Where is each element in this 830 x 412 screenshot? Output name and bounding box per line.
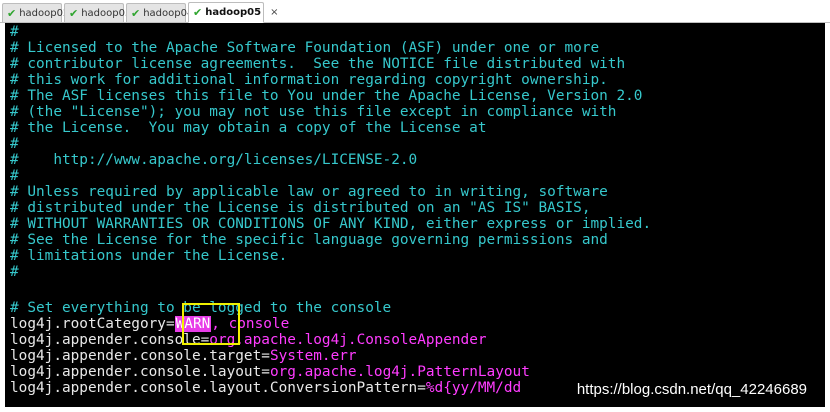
terminal-screen[interactable]: # # Licensed to the Apache Software Foun… [5, 23, 825, 407]
tab-label: hadoop02 [19, 7, 70, 19]
config-key: log4j.appender.console.target [10, 348, 262, 364]
config-key: log4j.appender.console.layout.Conversion… [10, 380, 418, 396]
config-value: org.apache.log4j.PatternLayout [269, 364, 530, 380]
window-bottom-edge [0, 407, 830, 412]
terminal-line: # the License. You may obtain a copy of … [10, 120, 487, 136]
config-value: org.apache.log4j.ConsoleAppender [209, 332, 487, 348]
terminal-line: # [10, 24, 19, 40]
config-line-appender: log4j.appender.console=org.apache.log4j.… [10, 332, 487, 348]
close-tab-icon[interactable]: × [270, 7, 278, 18]
config-line-target: log4j.appender.console.target=System.err [10, 348, 357, 364]
terminal-line: # [10, 168, 19, 184]
config-line-conversion-pattern: log4j.appender.console.layout.Conversion… [10, 380, 521, 396]
config-value: , console [211, 316, 290, 332]
config-value: System.err [269, 348, 357, 364]
terminal-line: # [10, 264, 19, 280]
tab-label: hadoop03 [81, 7, 132, 19]
terminal-line: # Licensed to the Apache Software Founda… [10, 40, 600, 56]
tab-bar: ✔ hadoop02 ✔ hadoop03 ✔ hadoop04 ✔ hadoop05 × [0, 0, 830, 23]
terminal-line: # Set everything to be logged to the con… [10, 300, 392, 316]
watermark-text: https://blog.csdn.net/qq_42246689 [576, 381, 807, 398]
terminal-line: # See the License for the specific langu… [10, 232, 608, 248]
connected-check-icon: ✔ [193, 6, 203, 19]
terminal-line: # contributor license agreements. See th… [10, 56, 626, 72]
config-equals: = [165, 316, 175, 332]
tab-hadoop05[interactable]: ✔ hadoop05 × [188, 2, 278, 23]
connected-check-icon: ✔ [69, 6, 79, 20]
config-value: %d{yy/MM/dd [425, 380, 522, 396]
terminal-line: # [10, 136, 19, 152]
warn-level-highlight: WARN [174, 316, 212, 332]
config-key: log4j.appender.console [10, 332, 201, 348]
config-equals: = [200, 332, 210, 348]
tab-label: hadoop05 [205, 7, 262, 18]
config-key: log4j.rootCategory [10, 316, 166, 332]
config-key: log4j.appender.console.layout [10, 364, 262, 380]
tab-hadoop03[interactable]: ✔ hadoop03 [64, 3, 131, 22]
connected-check-icon: ✔ [7, 6, 17, 20]
terminal-line: # this work for additional information r… [10, 72, 608, 88]
tab-hadoop04[interactable]: ✔ hadoop04 [126, 3, 193, 22]
terminal-line: # (the "License"); you may not use this … [10, 104, 617, 120]
config-line-root-category: log4j.rootCategory=WARN, console [10, 316, 289, 332]
terminal-line: # distributed under the License is distr… [10, 200, 591, 216]
terminal-line: # http://www.apache.org/licenses/LICENSE… [10, 152, 418, 168]
tab-hadoop02[interactable]: ✔ hadoop02 [2, 3, 69, 22]
terminal-line: # The ASF licenses this file to You unde… [10, 88, 643, 104]
terminal-line: # WITHOUT WARRANTIES OR CONDITIONS OF AN… [10, 216, 652, 232]
tab-label: hadoop04 [143, 7, 194, 19]
config-equals: = [261, 348, 270, 364]
config-equals: = [261, 364, 270, 380]
terminal-line: # limitations under the License. [10, 248, 288, 264]
terminal-line: # Unless required by applicable law or a… [10, 184, 608, 200]
config-line-layout: log4j.appender.console.layout=org.apache… [10, 364, 530, 380]
connected-check-icon: ✔ [131, 6, 141, 20]
config-equals: = [417, 380, 426, 396]
